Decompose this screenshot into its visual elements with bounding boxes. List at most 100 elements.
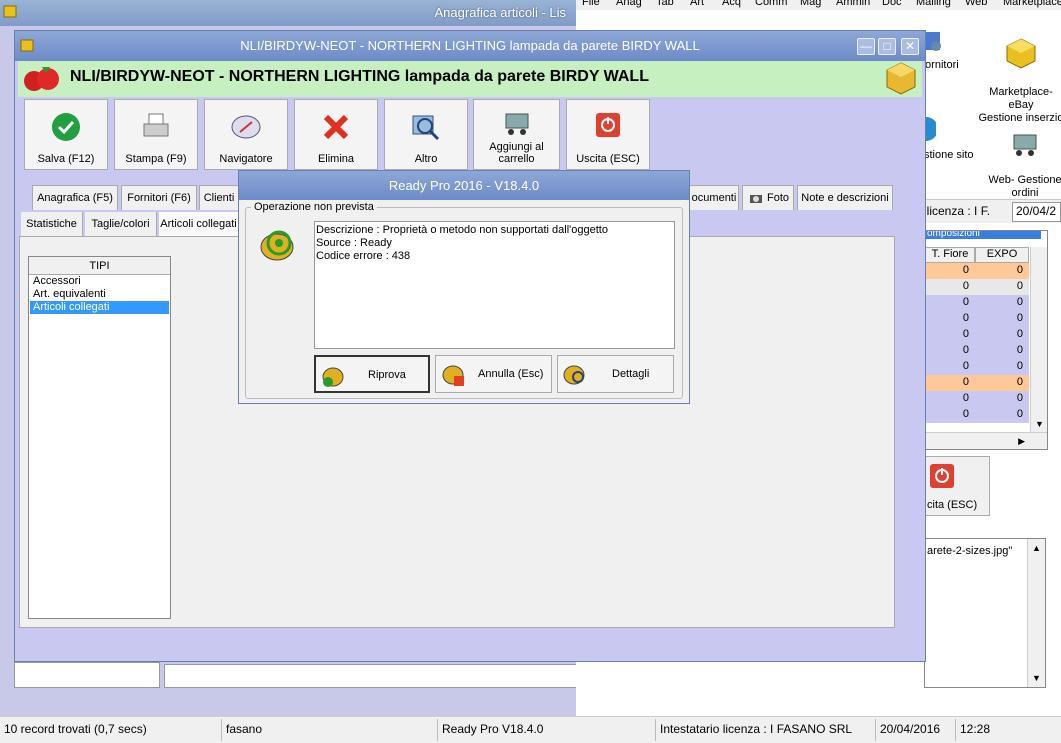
navigator-label: Navigatore <box>219 153 273 165</box>
close-button[interactable]: ✕ <box>901 38 919 55</box>
menu-file[interactable]: File <box>582 0 600 8</box>
table-row[interactable]: 00 <box>925 359 1029 375</box>
error-description: Descrizione : Proprietà o metodo non sup… <box>316 224 608 236</box>
table-row[interactable]: 00 <box>925 295 1029 311</box>
delete-icon <box>323 114 349 140</box>
magnifier-icon <box>412 115 440 141</box>
right-exit-button[interactable]: cita (ESC) <box>924 456 990 516</box>
launcher-label: fornitori <box>922 59 959 71</box>
menu-mailing[interactable]: Mailing <box>916 0 951 8</box>
save-button[interactable]: Salva (F12) <box>24 99 108 170</box>
exit-label: Uscita (ESC) <box>576 153 640 165</box>
tab-foto[interactable]: Foto <box>742 185 794 210</box>
delete-label: Elimina <box>317 153 355 165</box>
more-label: Altro <box>414 153 438 165</box>
table-cell: 0 <box>1016 408 1023 420</box>
more-button[interactable]: Altro <box>384 99 468 170</box>
retry-button[interactable]: Riprova <box>314 355 430 393</box>
maximize-button[interactable]: □ <box>878 38 896 55</box>
cancel-button[interactable]: Annulla (Esc) <box>435 355 552 393</box>
table-cell: 0 <box>1016 312 1023 324</box>
tab-fornitori[interactable]: Fornitori (F6) <box>121 185 197 210</box>
list-item[interactable]: Accessori <box>30 275 169 288</box>
power-icon <box>930 464 954 488</box>
subtab-articoli-collegati[interactable]: Articoli collegati <box>159 212 239 236</box>
menu-mag[interactable]: Mag <box>800 0 821 8</box>
exit-button[interactable]: Uscita (ESC) <box>566 99 650 170</box>
table-cell: 0 <box>1016 296 1023 308</box>
scroll-down-icon[interactable]: ▼ <box>1032 673 1041 683</box>
navigator-button[interactable]: Navigatore <box>204 99 288 170</box>
table-cell: 0 <box>962 392 969 404</box>
menu-acq[interactable]: Acq <box>722 0 741 8</box>
table-row[interactable]: 00 <box>925 263 1029 279</box>
error-message-box: Descrizione : Proprietà o metodo non sup… <box>314 221 675 349</box>
license-date[interactable]: 20/04/2 <box>1012 202 1061 222</box>
details-button[interactable]: Dettagli <box>557 355 674 393</box>
subtab-statistiche[interactable]: Statistiche <box>21 212 83 236</box>
table-cell: 0 <box>962 296 969 308</box>
tab-foto-label: Foto <box>766 192 789 204</box>
grid-vertical-scrollbar[interactable]: ▼ <box>1030 247 1047 433</box>
menu-bar: File Anag Tab Art Acq Comm Mag Ammin Doc… <box>576 0 1061 10</box>
menu-ammin[interactable]: Ammin <box>836 0 870 8</box>
minimize-button[interactable]: — <box>857 38 875 55</box>
table-cell: 0 <box>962 408 969 420</box>
app-cube-icon <box>3 5 17 18</box>
menu-web[interactable]: Web <box>965 0 987 8</box>
error-code: Codice errore : 438 <box>316 250 411 262</box>
print-button[interactable]: Stampa (F9) <box>114 99 198 170</box>
menu-anag[interactable]: Anag <box>616 0 642 8</box>
power-icon <box>596 113 620 137</box>
article-window-title: NLI/BIRDYW-NEOT - NORTHERN LIGHTING lamp… <box>240 38 700 53</box>
table-row[interactable]: 00 <box>925 343 1029 359</box>
background-window-title: Anagrafica articoli - Lis <box>434 5 567 20</box>
tab-anagrafica[interactable]: Anagrafica (F5) <box>32 185 118 210</box>
menu-doc[interactable]: Doc <box>882 0 902 8</box>
right-license-bar: io licenza : I F. 20/04/2 <box>912 199 1061 223</box>
menu-art[interactable]: Art <box>690 0 704 8</box>
list-item[interactable]: Art. equivalenti <box>30 288 169 301</box>
table-cell: 0 <box>962 328 969 340</box>
file-list-scrollbar[interactable]: ▲ ▼ <box>1027 539 1045 687</box>
table-cell: 0 <box>1016 344 1023 356</box>
marketplace-cube-icon <box>1006 38 1036 69</box>
tipi-header: TIPI <box>29 257 170 275</box>
background-window-titlebar: Anagrafica articoli - Lis <box>0 0 576 26</box>
bug-retry-icon <box>322 367 344 387</box>
table-row[interactable]: 00 <box>925 407 1029 423</box>
menu-marketplace[interactable]: Marketplace <box>1003 0 1061 8</box>
package-icon <box>886 62 916 95</box>
table-row[interactable]: 00 <box>925 311 1029 327</box>
grid-header-expo[interactable]: EXPO <box>975 247 1029 263</box>
error-source: Source : Ready <box>316 237 392 249</box>
web-cart-icon <box>1013 134 1037 156</box>
table-row[interactable]: 00 <box>925 391 1029 407</box>
bug-cancel-icon <box>442 365 464 386</box>
grid-horizontal-scrollbar[interactable]: ▶ <box>925 432 1047 449</box>
scroll-down-icon[interactable]: ▼ <box>1035 419 1044 429</box>
menu-comm[interactable]: Comm <box>755 0 787 8</box>
table-row[interactable]: 00 <box>925 327 1029 343</box>
suppliers-icon <box>926 32 941 51</box>
delete-button[interactable]: Elimina <box>294 99 378 170</box>
tab-clienti[interactable]: Clienti <box>199 185 239 210</box>
save-label: Salva (F12) <box>37 153 95 165</box>
menu-tab[interactable]: Tab <box>656 0 674 8</box>
tab-documenti[interactable]: ocumenti <box>689 185 739 210</box>
add-to-cart-button[interactable]: Aggiungi al carrello <box>473 99 560 170</box>
table-cell: 0 <box>962 280 969 292</box>
table-row[interactable]: 00 <box>925 279 1029 295</box>
scroll-up-icon[interactable]: ▲ <box>1032 543 1041 553</box>
table-row[interactable]: 00 <box>925 375 1029 391</box>
table-cell: 0 <box>962 264 969 276</box>
file-list-box: arete-2-sizes.jpg" ▲ ▼ <box>924 538 1046 688</box>
scroll-right-icon[interactable]: ▶ <box>1018 436 1025 447</box>
article-window-titlebar: NLI/BIRDYW-NEOT - NORTHERN LIGHTING lamp… <box>15 31 925 61</box>
subtab-taglie-colori[interactable]: Taglie/colori <box>85 212 157 236</box>
bug-details-icon <box>563 365 585 385</box>
add-to-cart-label: Aggiungi al carrello <box>489 141 544 165</box>
tab-note-descrizioni[interactable]: Note e descrizioni <box>797 185 893 210</box>
grid-header-tfiore[interactable]: T. Fiore <box>925 247 975 263</box>
list-item-selected[interactable]: Articoli collegati <box>30 301 169 314</box>
